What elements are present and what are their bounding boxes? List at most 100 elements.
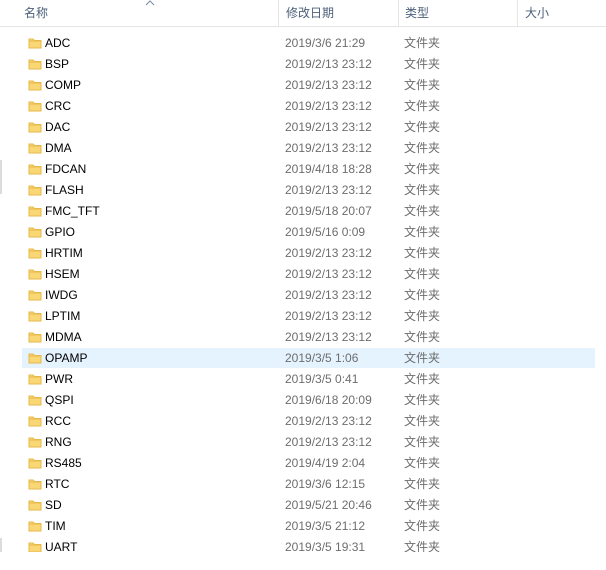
folder-icon	[28, 206, 42, 217]
file-modified-date: 2019/3/5 0:41	[285, 372, 359, 386]
file-type: 文件夹	[404, 435, 441, 449]
file-name: FLASH	[45, 183, 84, 197]
file-row[interactable]: HSEM 2019/2/13 23:12 文件夹	[22, 264, 595, 284]
file-modified-date: 2019/2/13 23:12	[285, 141, 372, 155]
file-row[interactable]: FMC_TFT 2019/5/18 20:07 文件夹	[22, 201, 595, 221]
file-type: 文件夹	[404, 477, 441, 491]
file-row[interactable]: HRTIM 2019/2/13 23:12 文件夹	[22, 243, 595, 263]
file-row[interactable]: GPIO 2019/5/16 0:09 文件夹	[22, 222, 595, 242]
scroll-gutter-mark	[0, 538, 2, 552]
file-modified-date: 2019/2/13 23:12	[285, 330, 372, 344]
file-type: 文件夹	[404, 372, 441, 386]
file-row[interactable]: BSP 2019/2/13 23:12 文件夹	[22, 54, 595, 74]
file-row[interactable]: MDMA 2019/2/13 23:12 文件夹	[22, 327, 595, 347]
file-modified-date: 2019/2/13 23:12	[285, 120, 372, 134]
file-name: LPTIM	[45, 309, 81, 323]
file-row[interactable]: OPAMP 2019/3/5 1:06 文件夹	[22, 348, 595, 368]
file-name: RNG	[45, 435, 72, 449]
file-name: BSP	[45, 57, 70, 71]
column-separator[interactable]	[517, 0, 518, 27]
file-modified-date: 2019/3/5 21:12	[285, 519, 366, 533]
file-modified-date: 2019/2/13 23:12	[285, 183, 372, 197]
file-row[interactable]: RNG 2019/2/13 23:12 文件夹	[22, 432, 595, 452]
file-row[interactable]: TIM 2019/3/5 21:12 文件夹	[22, 516, 595, 536]
file-row[interactable]: QSPI 2019/6/18 20:09 文件夹	[22, 390, 595, 410]
file-type: 文件夹	[404, 57, 441, 71]
file-name: ADC	[45, 36, 71, 50]
file-row[interactable]: RS485 2019/4/19 2:04 文件夹	[22, 453, 595, 473]
file-type: 文件夹	[404, 204, 441, 218]
file-modified-date: 2019/2/13 23:12	[285, 267, 372, 281]
folder-icon	[28, 248, 42, 259]
folder-icon	[28, 332, 42, 343]
file-name: IWDG	[45, 288, 78, 302]
folder-icon	[28, 458, 42, 469]
file-type: 文件夹	[404, 351, 441, 365]
file-type: 文件夹	[404, 78, 441, 92]
file-name: FMC_TFT	[45, 204, 100, 218]
column-header-date[interactable]: 修改日期	[286, 0, 334, 27]
file-modified-date: 2019/4/18 18:28	[285, 162, 372, 176]
file-modified-date: 2019/2/13 23:12	[285, 246, 372, 260]
folder-icon	[28, 101, 42, 112]
file-list: ADC 2019/3/6 21:29 文件夹 BSP 2019/2/13 23:12 文件…	[0, 33, 606, 554]
folder-icon	[28, 290, 42, 301]
file-row[interactable]: SD 2019/5/21 20:46 文件夹	[22, 495, 595, 515]
file-name: SD	[45, 498, 62, 512]
file-row[interactable]: COMP 2019/2/13 23:12 文件夹	[22, 75, 595, 95]
column-header-size[interactable]: 大小	[525, 0, 549, 27]
file-row[interactable]: LPTIM 2019/2/13 23:12 文件夹	[22, 306, 595, 326]
file-name: PWR	[45, 372, 73, 386]
file-type: 文件夹	[404, 99, 441, 113]
file-name: GPIO	[45, 225, 76, 239]
file-name: HSEM	[45, 267, 80, 281]
file-modified-date: 2019/5/16 0:09	[285, 225, 366, 239]
folder-icon	[28, 164, 42, 175]
folder-icon	[28, 122, 42, 133]
file-modified-date: 2019/2/13 23:12	[285, 57, 372, 71]
file-row[interactable]: FDCAN 2019/4/18 18:28 文件夹	[22, 159, 595, 179]
file-row[interactable]: RCC 2019/2/13 23:12 文件夹	[22, 411, 595, 431]
file-type: 文件夹	[404, 246, 441, 260]
file-name: HRTIM	[45, 246, 83, 260]
file-modified-date: 2019/3/6 21:29	[285, 36, 366, 50]
file-name: QSPI	[45, 393, 74, 407]
file-row[interactable]: ADC 2019/3/6 21:29 文件夹	[22, 33, 595, 53]
file-type: 文件夹	[404, 120, 441, 134]
file-name: OPAMP	[45, 351, 88, 365]
file-row[interactable]: DAC 2019/2/13 23:12 文件夹	[22, 117, 595, 137]
folder-icon	[28, 395, 42, 406]
file-row[interactable]: CRC 2019/2/13 23:12 文件夹	[22, 96, 595, 116]
file-name: CRC	[45, 99, 71, 113]
file-name: DMA	[45, 141, 72, 155]
column-separator[interactable]	[398, 0, 399, 27]
file-type: 文件夹	[404, 330, 441, 344]
file-modified-date: 2019/6/18 20:09	[285, 393, 372, 407]
file-row[interactable]: FLASH 2019/2/13 23:12 文件夹	[22, 180, 595, 200]
file-row[interactable]: DMA 2019/2/13 23:12 文件夹	[22, 138, 595, 158]
file-type: 文件夹	[404, 519, 441, 533]
folder-icon	[28, 269, 42, 280]
file-name: RS485	[45, 456, 82, 470]
file-modified-date: 2019/5/18 20:07	[285, 204, 372, 218]
file-row[interactable]: RTC 2019/3/6 12:15 文件夹	[22, 474, 595, 494]
folder-icon	[28, 143, 42, 154]
file-modified-date: 2019/5/21 20:46	[285, 498, 372, 512]
file-row[interactable]: PWR 2019/3/5 0:41 文件夹	[22, 369, 595, 389]
file-name: RTC	[45, 477, 70, 491]
file-name: TIM	[45, 519, 66, 533]
folder-icon	[28, 521, 42, 532]
file-type: 文件夹	[404, 309, 441, 323]
file-modified-date: 2019/4/19 2:04	[285, 456, 366, 470]
file-name: RCC	[45, 414, 71, 428]
column-header-name[interactable]: 名称	[24, 0, 48, 27]
file-type: 文件夹	[404, 141, 441, 155]
file-type: 文件夹	[404, 414, 441, 428]
file-modified-date: 2019/2/13 23:12	[285, 99, 372, 113]
file-row[interactable]: IWDG 2019/2/13 23:12 文件夹	[22, 285, 595, 305]
column-header-type[interactable]: 类型	[405, 0, 429, 27]
file-modified-date: 2019/2/13 23:12	[285, 435, 372, 449]
column-separator[interactable]	[278, 0, 279, 27]
file-type: 文件夹	[404, 225, 441, 239]
file-type: 文件夹	[404, 267, 441, 281]
